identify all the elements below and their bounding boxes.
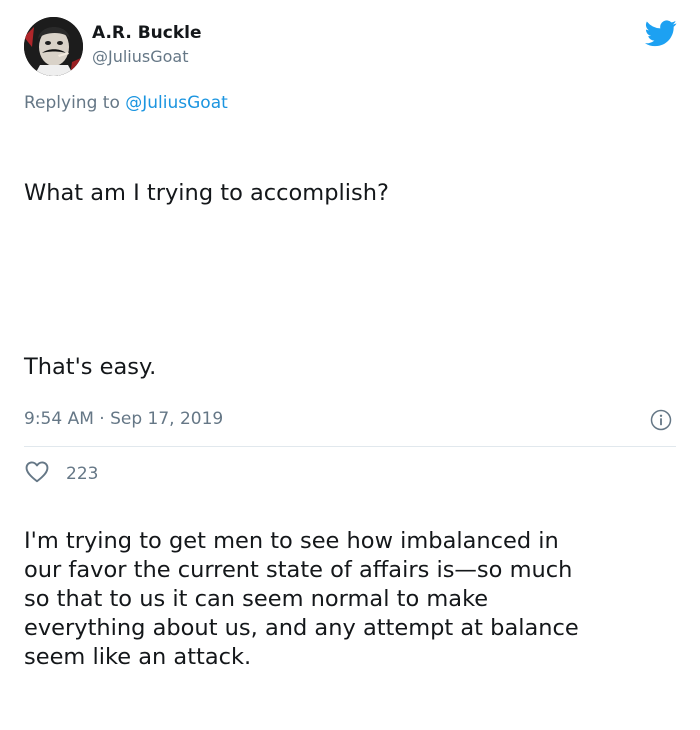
author-handle[interactable]: @JuliusGoat <box>92 47 189 66</box>
tweet-timestamp[interactable]: 9:54 AM · Sep 17, 2019 <box>24 409 223 429</box>
like-count: 223 <box>66 463 99 484</box>
tweet-card: A.R. Buckle @JuliusGoat Replying to @Jul… <box>0 0 700 670</box>
tweet-paragraph: That's easy. <box>24 354 157 380</box>
replying-prefix: Replying to <box>24 93 126 113</box>
tweet-paragraph: I'm trying to get men to see how imbalan… <box>24 528 579 670</box>
author-name[interactable]: A.R. Buckle <box>92 23 202 43</box>
reply-mention-link[interactable]: @JuliusGoat <box>125 93 228 113</box>
heart-outline-icon[interactable] <box>24 460 50 487</box>
info-circle-icon[interactable] <box>650 409 672 435</box>
divider <box>24 446 676 447</box>
like-button[interactable]: 223 <box>24 460 98 487</box>
avatar[interactable] <box>24 17 83 76</box>
avatar-image <box>24 17 83 76</box>
replying-to: Replying to @JuliusGoat <box>24 93 228 113</box>
tweet-paragraph: What am I trying to accomplish? <box>24 180 389 206</box>
twitter-bird-icon[interactable] <box>645 20 677 51</box>
